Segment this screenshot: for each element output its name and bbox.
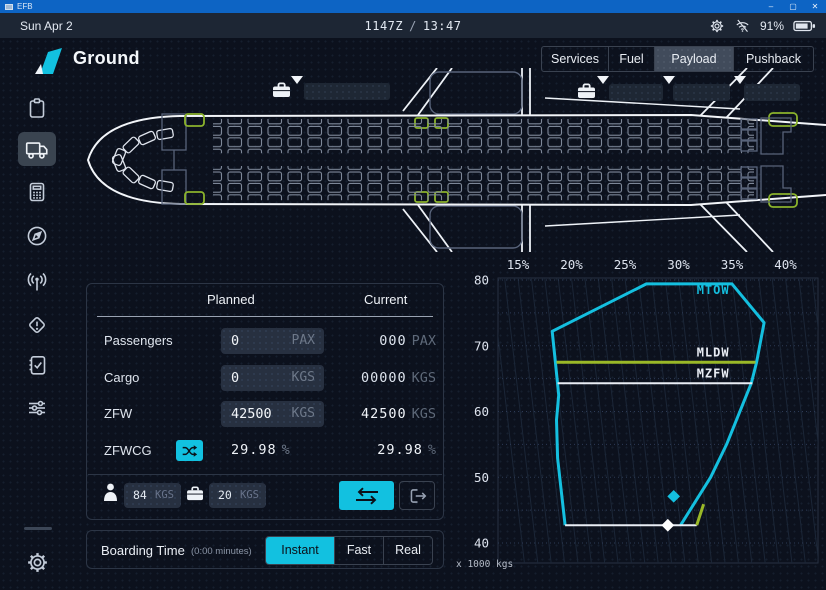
boarding-mode-real[interactable]: Real <box>383 537 432 564</box>
zfw-planned-value: 42500 <box>231 401 272 427</box>
baggage-icon <box>186 486 205 501</box>
sidebar-item-ground-services[interactable] <box>18 132 56 166</box>
cargo-hold-aft-icon-group <box>577 83 597 99</box>
cargo-hold-fwd-icon-group <box>272 82 292 98</box>
transfer-payload-button[interactable] <box>339 481 394 510</box>
row-label-passengers: Passengers <box>104 333 173 348</box>
svg-text:20%: 20% <box>560 257 583 272</box>
boarding-mode-fast[interactable]: Fast <box>334 537 383 564</box>
svg-text:60: 60 <box>474 404 489 419</box>
randomize-cg-button[interactable] <box>176 440 203 461</box>
airline-logo-icon <box>34 47 64 76</box>
page-title: Ground <box>73 48 140 69</box>
export-icon <box>408 487 427 505</box>
bag-weight-input[interactable]: 20KGS <box>209 483 266 508</box>
payload-panel: Planned Current Passengers 0 PAX 000PAX … <box>86 283 444 520</box>
svg-text:30%: 30% <box>667 257 690 272</box>
minimize-button[interactable]: – <box>760 0 782 13</box>
current-column-header: Current <box>364 292 407 307</box>
svg-text:MLDW: MLDW <box>697 345 730 359</box>
maximize-button[interactable]: ▢ <box>782 0 804 13</box>
svg-text:40: 40 <box>474 536 489 551</box>
window-icon <box>5 4 13 10</box>
boarding-mode-instant[interactable]: Instant <box>266 537 334 564</box>
cargo-caret-icon <box>734 76 746 84</box>
briefcase-icon <box>577 83 597 99</box>
sidebar-item-settings[interactable] <box>18 545 56 579</box>
svg-text:35%: 35% <box>721 257 744 272</box>
row-label-zfwcg: ZFWCG <box>104 443 152 458</box>
efb-statusbar: Sun Apr 2 1147Z/13:47 9 <box>0 13 826 38</box>
boarding-time-label: Boarding Time <box>101 543 185 558</box>
clock-separator: / <box>403 19 423 33</box>
cargo-planned-value: 0 <box>231 365 239 391</box>
boarding-duration: (0:00 minutes) <box>191 546 252 557</box>
cargo-current: 00000KGS <box>306 365 436 391</box>
svg-text:15%: 15% <box>507 257 530 272</box>
row-label-cargo: Cargo <box>104 370 139 385</box>
sidebar-item-dashboard[interactable] <box>18 91 56 125</box>
cargo-hold-3-input[interactable] <box>609 84 663 101</box>
passengers-current: 000PAX <box>306 328 436 354</box>
svg-text:50: 50 <box>474 470 489 485</box>
row-label-zfw: ZFW <box>104 406 132 421</box>
wing-root-fairings <box>430 72 522 248</box>
sidebar-item-radio[interactable] <box>18 265 56 299</box>
sidebar-item-settings-sliders[interactable] <box>18 391 56 425</box>
export-loadsheet-button[interactable] <box>399 481 435 510</box>
cg-envelope-chart: MTOW MLDW MZFW 15% 20% 25% 30% 35% 40% 80 70 60 50 40… <box>455 252 823 574</box>
cockpit-seats <box>112 128 174 192</box>
passengers-planned-value: 0 <box>231 328 239 354</box>
panel-divider <box>88 474 442 475</box>
transfer-arrows-icon <box>354 487 380 505</box>
svg-text:80: 80 <box>474 273 489 288</box>
local-time: 13:47 <box>423 19 462 33</box>
battery-icon <box>793 18 816 34</box>
passenger-icon <box>103 483 118 501</box>
sidebar-divider <box>24 527 52 530</box>
cargo-hold-1-input[interactable] <box>304 83 390 100</box>
boarding-time-panel: Boarding Time (0:00 minutes) Instant Fas… <box>86 530 444 569</box>
planned-column-header: Planned <box>207 292 255 307</box>
status-clock: 1147Z/13:47 <box>0 19 826 33</box>
settings-gear-icon[interactable] <box>709 18 725 34</box>
seat-bank-left <box>213 119 754 153</box>
svg-text:MZFW: MZFW <box>697 366 730 380</box>
sidebar-item-performance-calculator[interactable] <box>18 175 56 209</box>
sidebar-item-checklists[interactable] <box>18 348 56 382</box>
sidebar-item-navigation[interactable] <box>18 219 56 253</box>
svg-text:x 1000 kgs: x 1000 kgs <box>456 559 513 570</box>
cargo-caret-icon <box>663 76 675 84</box>
utc-time: 1147Z <box>365 19 404 33</box>
briefcase-icon <box>272 82 292 98</box>
seat-bank-right <box>213 166 754 200</box>
pax-weight-input[interactable]: 84KGS <box>124 483 181 508</box>
rear-galleys <box>741 118 791 202</box>
cargo-hold-5-input[interactable] <box>744 84 800 101</box>
battery-percent: 91% <box>760 19 784 33</box>
svg-text:40%: 40% <box>774 257 797 272</box>
cargo-hold-4-input[interactable] <box>673 84 730 101</box>
svg-text:MTOW: MTOW <box>697 283 730 297</box>
svg-text:25%: 25% <box>614 257 637 272</box>
window-titlebar: EFB – ▢ ✕ <box>0 0 826 13</box>
header-rule <box>97 316 433 317</box>
zfwcg-current: 29.98% <box>306 437 436 463</box>
cargo-caret-icon <box>597 76 609 84</box>
shuffle-icon <box>181 444 198 458</box>
window-title: EFB <box>17 2 33 11</box>
cargo-caret-icon <box>291 76 303 84</box>
close-button[interactable]: ✕ <box>804 0 826 13</box>
wifi-off-icon <box>734 18 751 34</box>
zfwcg-planned: 29.98% <box>231 437 290 463</box>
zfw-current: 42500KGS <box>306 401 436 427</box>
boarding-mode-group: Instant Fast Real <box>265 536 433 565</box>
svg-text:70: 70 <box>474 338 489 353</box>
sidebar-item-failures[interactable] <box>18 308 56 342</box>
